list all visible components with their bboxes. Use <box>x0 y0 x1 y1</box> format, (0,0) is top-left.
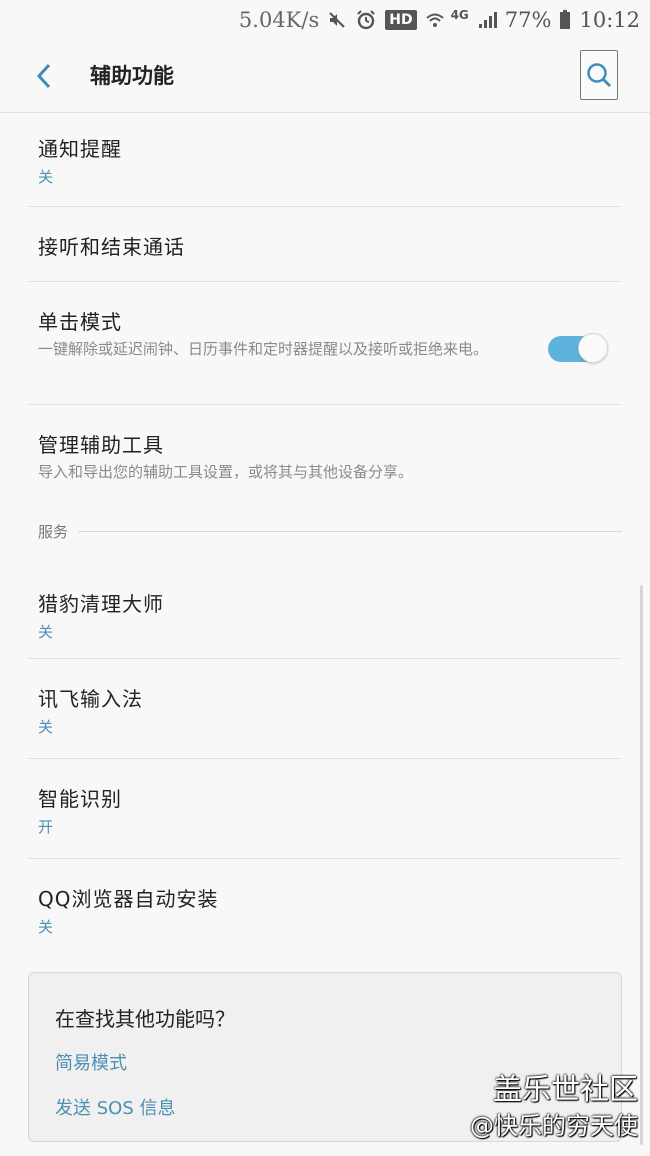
search-icon <box>587 63 611 87</box>
battery-icon <box>559 10 571 30</box>
item-title: 单击模式 <box>38 310 122 334</box>
search-button[interactable] <box>580 50 618 100</box>
item-status: 关 <box>38 718 54 736</box>
mute-icon <box>327 10 347 30</box>
item-status: 关 <box>38 918 54 936</box>
hd-badge: HD <box>385 10 417 30</box>
watermark-community: 盖乐世社区 <box>492 1072 638 1106</box>
item-title: 通知提醒 <box>38 137 122 161</box>
item-title: 猎豹清理大师 <box>38 592 164 616</box>
list-item-iflytek-ime[interactable]: 讯飞输入法 关 <box>0 659 650 759</box>
list-item-single-tap-mode[interactable]: 单击模式 一键解除或延迟闹钟、日历事件和定时器提醒以及接听或拒绝来电。 <box>0 282 650 405</box>
list-item-smart-recognition[interactable]: 智能识别 开 <box>0 759 650 859</box>
section-header-services: 服务 <box>0 514 650 548</box>
item-status: 开 <box>38 818 54 836</box>
item-status: 关 <box>38 168 54 186</box>
signal-icon <box>477 10 497 30</box>
back-button[interactable] <box>24 54 64 98</box>
item-title: 讯飞输入法 <box>38 687 143 711</box>
item-title: 接听和结束通话 <box>38 235 185 259</box>
section-rule <box>78 530 622 532</box>
item-title: 管理辅助工具 <box>38 433 164 457</box>
list-item-notification-reminder[interactable]: 通知提醒 关 <box>0 113 650 207</box>
item-status: 关 <box>38 623 54 641</box>
list-item-qq-browser-autoinstall[interactable]: QQ浏览器自动安装 关 <box>0 859 650 959</box>
list-item-manage-accessibility[interactable]: 管理辅助工具 导入和导出您的辅助工具设置，或将其与其他设备分享。 <box>0 405 650 514</box>
status-bar: 5.04K/s HD 4G 77% 10:12 <box>0 0 650 40</box>
app-bar: 辅助功能 <box>0 40 650 113</box>
list-item-answer-end-calls[interactable]: 接听和结束通话 <box>0 207 650 282</box>
network-type-label: 4G <box>450 8 469 22</box>
section-title: 服务 <box>38 522 69 541</box>
watermark-user: @快乐的穷天使 <box>470 1112 638 1140</box>
battery-percent: 77% <box>504 8 552 32</box>
item-description: 导入和导出您的辅助工具设置，或将其与其他设备分享。 <box>38 463 414 481</box>
network-speed: 5.04K/s <box>238 8 320 32</box>
page-title: 辅助功能 <box>90 64 174 88</box>
list-item-cleanmaster[interactable]: 猎豹清理大师 关 <box>0 548 650 659</box>
easy-mode-link[interactable]: 简易模式 <box>55 1049 127 1075</box>
settings-list: 通知提醒 关 接听和结束通话 单击模式 一键解除或延迟闹钟、日历事件和定时器提醒… <box>0 113 650 959</box>
wifi-icon <box>425 10 445 30</box>
item-title: QQ浏览器自动安装 <box>38 887 219 911</box>
clock: 10:12 <box>579 8 640 32</box>
back-arrow-icon <box>36 63 51 89</box>
toggle-knob <box>578 333 608 363</box>
card-title: 在查找其他功能吗？ <box>55 1007 235 1031</box>
scrollbar[interactable] <box>640 585 643 1145</box>
send-sos-link[interactable]: 发送 SOS 信息 <box>55 1094 175 1120</box>
item-description: 一键解除或延迟闹钟、日历事件和定时器提醒以及接听或拒绝来电。 <box>38 340 489 358</box>
item-title: 智能识别 <box>38 787 122 811</box>
alarm-icon <box>355 9 377 31</box>
single-tap-toggle[interactable] <box>548 333 608 363</box>
